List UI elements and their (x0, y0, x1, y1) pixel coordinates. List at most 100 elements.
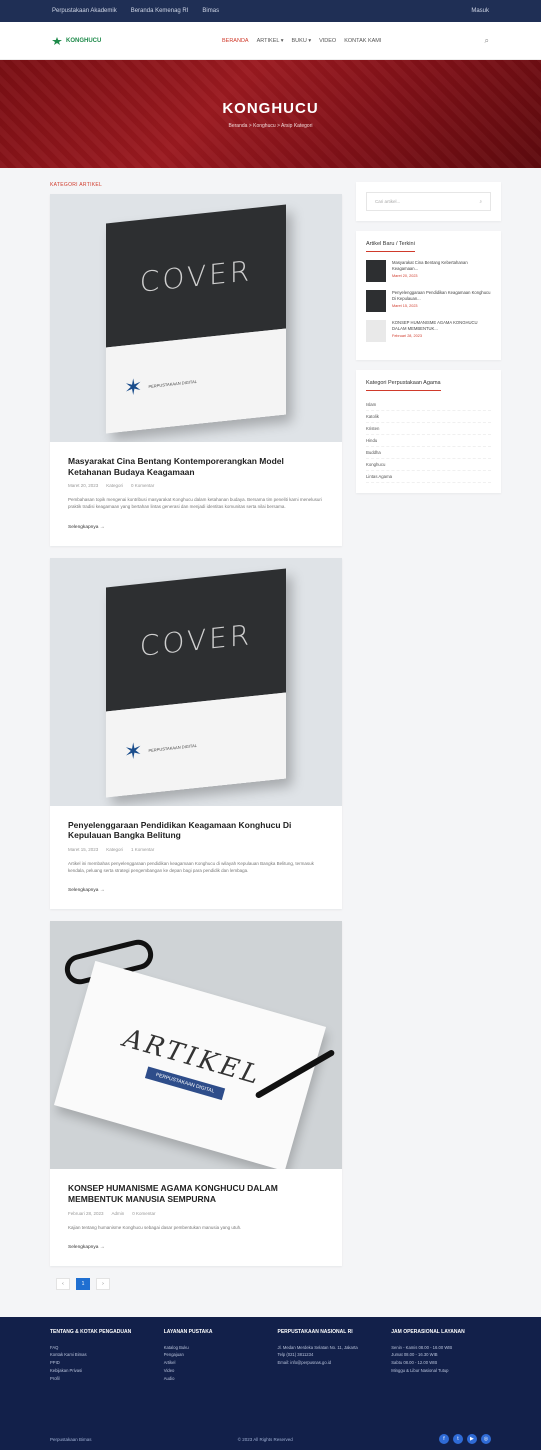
recent-title[interactable]: KONSEP HUMANISME AGAMA KONGHUCU DALAM ME… (392, 320, 491, 332)
logo-star-icon: ✶ (124, 737, 143, 765)
page-1-button[interactable]: 1 (76, 1277, 90, 1290)
post-date: Maret 15, 2023 (68, 846, 99, 852)
social-links: f t ▶ ◎ (438, 1434, 491, 1444)
top-bar: Perpustakaan Akademik Beranda Kemenag RI… (0, 0, 541, 22)
read-more-link[interactable]: Selengkapnya → (68, 1245, 324, 1250)
recent-post[interactable]: KONSEP HUMANISME AGAMA KONGHUCU DALAM ME… (366, 320, 491, 342)
top-link[interactable]: Beranda Kemenag RI (131, 8, 189, 14)
post-card: COVER ✶ PERPUSTAKAAN DIGITAL Masyarakat … (50, 194, 342, 546)
footer-email[interactable]: Email: info@perpusnas.go.id (278, 1359, 378, 1367)
read-more-link[interactable]: Selengkapnya → (68, 525, 324, 530)
search-icon[interactable]: ⌕ (479, 199, 482, 204)
post-thumbnail[interactable]: COVER ✶ PERPUSTAKAAN DIGITAL (50, 194, 342, 442)
breadcrumb: Beranda > Konghucu > Arsip Kategori (228, 122, 313, 129)
post-author[interactable]: Kategori (106, 483, 123, 488)
nav-item-article[interactable]: ARTIKEL ▾ (257, 38, 284, 44)
nav-item-book[interactable]: BUKU ▾ (292, 38, 312, 44)
facebook-icon[interactable]: f (438, 1434, 449, 1444)
book-cover-image: COVER ✶ PERPUSTAKAAN DIGITAL (106, 204, 286, 434)
post-title[interactable]: Masyarakat Cina Bentang Kontemporerangka… (68, 456, 324, 477)
youtube-icon[interactable]: ▶ (466, 1434, 477, 1444)
footer-hours: Jumat 08.00 - 16.30 WIB (391, 1352, 438, 1358)
post-comments[interactable]: 0 Komentar (132, 1211, 155, 1216)
recent-title[interactable]: Masyarakat Cina Bentang Kebertahanan Kea… (392, 260, 491, 272)
post-excerpt: Artikel ini membahas penyelenggaraan pen… (68, 860, 314, 874)
pagination: ‹ 1 › (56, 1277, 342, 1290)
main-area: KATEGORI ARTIKEL COVER ✶ PERPUSTAKAAN DI… (0, 168, 541, 1308)
post-date: Februari 28, 2023 (68, 1210, 104, 1216)
read-more-link[interactable]: Selengkapnya → (68, 888, 324, 893)
login-link[interactable]: Masuk (471, 8, 489, 14)
widget-title: Kategori Perpustakaan Agama (366, 380, 441, 391)
footer-col-services: LAYANAN PUSTAKA Katalog Buku Pengajuan A… (164, 1329, 264, 1383)
logo-text: KONGHUCU (66, 37, 102, 44)
logo-star-icon: ✶ (124, 373, 143, 401)
page-title: KONGHUCU (222, 99, 319, 117)
post-title[interactable]: Penyelenggaraan Pendidikan Keagamaan Kon… (68, 820, 324, 841)
footer-link[interactable]: PPID (50, 1359, 150, 1367)
footer-link[interactable]: Artikel (164, 1359, 264, 1367)
post-card: COVER ✶ PERPUSTAKAAN DIGITAL Penyelengga… (50, 557, 342, 910)
cover-text: COVER (106, 568, 286, 712)
post-meta: Maret 20, 2023 Kategori 0 Komentar (68, 483, 324, 488)
article-paper-image: ARTIKEL PERPUSTAKAAN DIGITAL (53, 961, 327, 1170)
cover-org: PERPUSTAKAAN DIGITAL (148, 378, 197, 389)
recent-post[interactable]: Penyelenggaraan Pendidikan Keagamaan Kon… (366, 290, 491, 312)
footer-link[interactable]: Audio (164, 1375, 264, 1383)
category-link[interactable]: Katolik (366, 411, 491, 423)
footer-heading: PERPUSTAKAAN NASIONAL RI (277, 1329, 353, 1335)
category-link[interactable]: Hindu (366, 435, 491, 447)
book-cover-image: COVER ✶ PERPUSTAKAAN DIGITAL (106, 568, 286, 798)
category-link[interactable]: Kristen (366, 423, 491, 435)
top-link[interactable]: Bimas (202, 8, 219, 14)
recent-title[interactable]: Penyelenggaraan Pendidikan Keagamaan Kon… (392, 290, 491, 302)
post-thumbnail[interactable]: COVER ✶ PERPUSTAKAAN DIGITAL (50, 557, 342, 806)
footer-col-hours: JAM OPERASIONAL LAYANAN Senin - Kamis 08… (391, 1329, 491, 1383)
recent-thumbnail (366, 320, 386, 342)
instagram-icon[interactable]: ◎ (480, 1434, 491, 1444)
site-logo[interactable]: KONGHUCU (52, 36, 222, 45)
category-link[interactable]: Lintas Agama (366, 471, 491, 483)
footer-link[interactable]: Pengajuan (164, 1351, 264, 1359)
post-thumbnail[interactable]: ARTIKEL PERPUSTAKAAN DIGITAL (50, 921, 342, 1170)
recent-post[interactable]: Masyarakat Cina Bentang Kebertahanan Kea… (366, 260, 491, 282)
top-link[interactable]: Perpustakaan Akademik (52, 8, 117, 14)
categories-widget: Kategori Perpustakaan Agama Islam Katoli… (356, 370, 501, 493)
footer-address: Jl. Medan Merdeka Selatan No. 11, Jakart… (277, 1344, 358, 1350)
nav-item-video[interactable]: VIDEO (319, 38, 336, 44)
category-link[interactable]: Islam (366, 399, 491, 411)
footer-link[interactable]: Katalog Buku (164, 1344, 264, 1352)
category-link[interactable]: Buddha (366, 447, 491, 459)
post-comments[interactable]: 1 Komentar (131, 847, 154, 852)
main-nav: BERANDA ARTIKEL ▾ BUKU ▾ VIDEO KONTAK KA… (222, 38, 479, 44)
footer-left-note: Perpustakaan Bimas (50, 1436, 92, 1442)
twitter-icon[interactable]: t (452, 1434, 463, 1444)
recent-date: Maret 20, 2023 (392, 273, 418, 278)
post-title[interactable]: KONSEP HUMANISME AGAMA KONGHUCU DALAM ME… (68, 1183, 324, 1204)
nav-item-home[interactable]: BERANDA (222, 38, 249, 44)
logo-star-icon (52, 36, 62, 45)
footer-link[interactable]: Kebijakan Privasi (50, 1367, 150, 1375)
footer-hours: Minggu & Libur Nasional Tutup (391, 1368, 449, 1374)
search-placeholder: Cari artikel... (375, 199, 401, 204)
prev-page-button[interactable]: ‹ (56, 1277, 70, 1290)
post-author[interactable]: Kategori (106, 847, 123, 852)
post-author[interactable]: Admin (112, 1211, 125, 1216)
footer-hours: Sabtu 08.00 - 12.00 WIB (391, 1360, 438, 1366)
post-card: ARTIKEL PERPUSTAKAAN DIGITAL KONSEP HUMA… (50, 921, 342, 1266)
footer-link[interactable]: Profil (50, 1375, 150, 1383)
widget-title: Artikel Baru / Terkini (366, 241, 415, 252)
category-link[interactable]: Konghucu (366, 459, 491, 471)
footer-col-address: PERPUSTAKAAN NASIONAL RI Jl. Medan Merde… (278, 1329, 378, 1383)
footer-link[interactable]: Video (164, 1367, 264, 1375)
recent-date: Februari 28, 2023 (392, 333, 422, 338)
post-comments[interactable]: 0 Komentar (131, 483, 154, 488)
nav-item-contact[interactable]: KONTAK KAMI (344, 38, 381, 44)
footer-link[interactable]: Kontak Kami Bimas (50, 1351, 150, 1359)
next-page-button[interactable]: › (96, 1277, 110, 1290)
footer-link[interactable]: FAQ (50, 1344, 150, 1352)
search-widget: Cari artikel... ⌕ (356, 182, 501, 221)
search-icon[interactable]: ⌕ (479, 36, 489, 46)
footer-heading: TENTANG & KOTAK PENGADUAN (50, 1329, 132, 1335)
search-input[interactable]: Cari artikel... ⌕ (366, 192, 491, 211)
